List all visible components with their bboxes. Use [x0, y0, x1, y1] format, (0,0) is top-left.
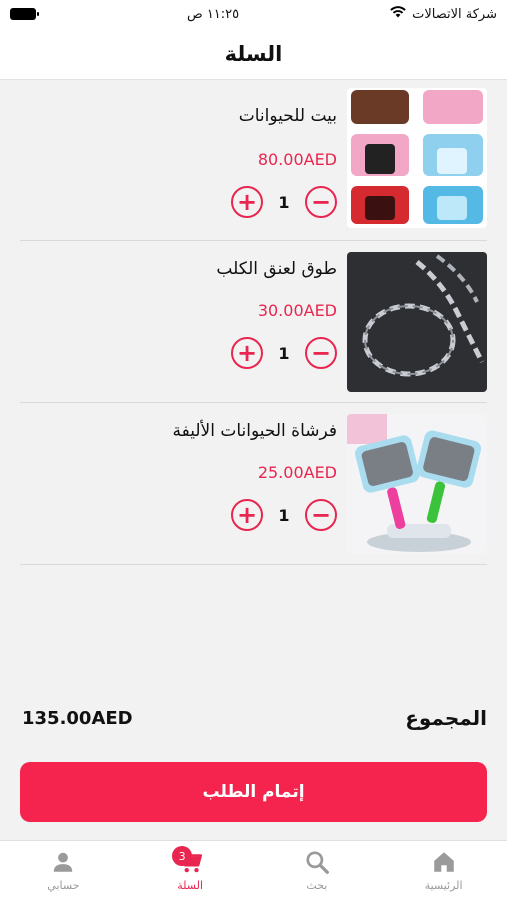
increase-quantity-button[interactable]: +	[231, 337, 263, 369]
decrease-quantity-button[interactable]: −	[305, 337, 337, 369]
item-price: 30.00AED	[257, 301, 337, 320]
item-name[interactable]: فرشاة الحيوانات الأليفة	[172, 421, 337, 441]
cart-count-badge: 3	[172, 846, 193, 866]
plus-icon: +	[236, 501, 258, 529]
search-icon	[306, 851, 329, 874]
tab-home[interactable]: الرئيسية	[380, 841, 507, 900]
pet-brush-image[interactable]	[347, 414, 487, 554]
battery-icon	[10, 8, 39, 20]
minus-icon: −	[310, 501, 332, 529]
total-label: المجموع	[405, 706, 487, 730]
item-price: 25.00AED	[257, 463, 337, 482]
quantity-value: 1	[278, 343, 290, 363]
tab-account[interactable]: حسابي	[0, 841, 127, 900]
page-title: السلة	[224, 41, 283, 66]
item-price: 80.00AED	[257, 150, 337, 169]
quantity-stepper: − 1 +	[231, 337, 337, 369]
tab-label: الرئيسية	[424, 879, 463, 892]
plus-icon: +	[236, 188, 258, 216]
quantity-value: 1	[278, 192, 290, 212]
cart-item: طوق لعنق الكلب 30.00AED − 1 +	[20, 241, 487, 403]
total-value: 135.00AED	[22, 707, 133, 729]
home-icon	[433, 852, 454, 872]
cart-total: المجموع 135.00AED	[22, 706, 487, 730]
tab-search[interactable]: بحث	[254, 841, 381, 900]
tab-label: حسابي	[47, 879, 80, 892]
status-time: ١١:٢٥ ص	[186, 6, 240, 22]
quantity-stepper: − 1 +	[231, 499, 337, 531]
decrease-quantity-button[interactable]: −	[305, 186, 337, 218]
checkout-button[interactable]: إتمام الطلب	[20, 762, 487, 822]
tab-label: بحث	[306, 879, 328, 892]
item-name[interactable]: بيت للحيوانات	[239, 106, 337, 126]
app-header: السلة	[0, 28, 507, 80]
minus-icon: −	[310, 339, 332, 367]
decrease-quantity-button[interactable]: −	[305, 499, 337, 531]
tab-cart[interactable]: 3 السلة	[127, 841, 254, 900]
plus-icon: +	[236, 339, 258, 367]
quantity-stepper: − 1 +	[231, 186, 337, 218]
cart-item: بيت للحيوانات 80.00AED − 1 +	[20, 80, 487, 241]
wifi-icon	[390, 6, 406, 22]
tab-label: السلة	[177, 879, 204, 892]
chain-collar-image[interactable]	[347, 252, 487, 392]
pet-playpen-image[interactable]	[347, 88, 487, 228]
status-bar: ١١:٢٥ ص شركة الاتصالات	[0, 0, 507, 28]
cart-list: بيت للحيوانات 80.00AED − 1 + طوق لعنق ال…	[20, 80, 487, 565]
checkout-label: إتمام الطلب	[202, 782, 305, 802]
carrier-name: شركة الاتصالات	[412, 6, 497, 22]
increase-quantity-button[interactable]: +	[231, 186, 263, 218]
quantity-value: 1	[278, 505, 290, 525]
increase-quantity-button[interactable]: +	[231, 499, 263, 531]
bottom-tab-bar: الرئيسية بحث 3 السلة حسابي	[0, 840, 507, 900]
user-icon	[54, 852, 73, 872]
cart-item: فرشاة الحيوانات الأليفة 25.00AED − 1 +	[20, 403, 487, 565]
item-name[interactable]: طوق لعنق الكلب	[216, 259, 337, 279]
carrier-info: شركة الاتصالات	[390, 6, 497, 22]
minus-icon: −	[310, 188, 332, 216]
